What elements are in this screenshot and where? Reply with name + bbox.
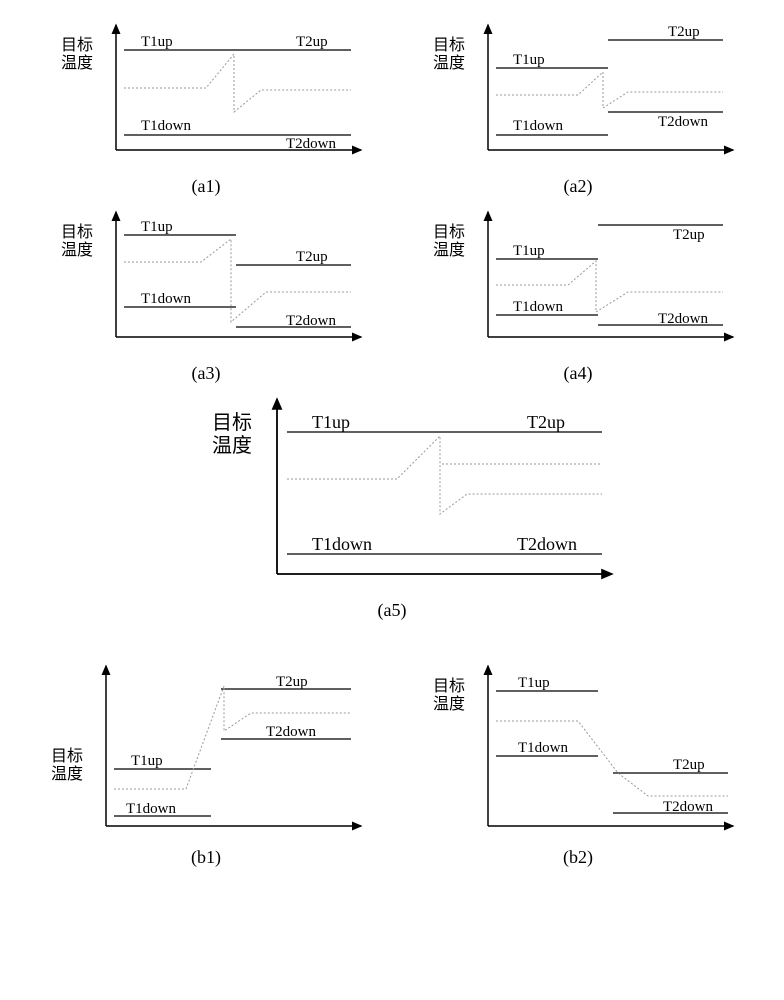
ylabel: 目标 (433, 223, 465, 241)
label-t2up: T2up (668, 24, 700, 40)
ylabel: 目标 (212, 411, 252, 434)
label-t2up: T2up (276, 674, 308, 690)
ylabel2: 温度 (212, 434, 252, 457)
label-t2up: T2up (673, 757, 705, 773)
label-t2down: T2down (286, 313, 336, 329)
plot-b2: 目标 温度 T1up T1down T2up T2down (418, 661, 738, 841)
label-t2up: T2up (296, 34, 328, 50)
plot-a4: 目标 温度 T1up T1down T2up T2down (418, 207, 738, 357)
plot-a3: 目标 温度 T1up T1down T2up T2down (46, 207, 366, 357)
label-t1up: T1up (141, 34, 173, 50)
panel-b1: 目标 温度 T1up T1down T2up T2down (b1) (46, 661, 366, 868)
ylabel2: 温度 (433, 54, 465, 72)
label-t2down: T2down (286, 136, 336, 152)
panel-a3: 目标 温度 T1up T1down T2up T2down (a3) (46, 207, 366, 384)
caption-b2: (b2) (563, 847, 593, 868)
label-t1up: T1up (513, 243, 545, 259)
label-t2up: T2up (673, 227, 705, 243)
label-t1down: T1down (312, 534, 372, 554)
caption-a3: (a3) (192, 363, 221, 384)
label-t1up: T1up (141, 219, 173, 235)
label-t1down: T1down (518, 740, 568, 756)
ylabel: 目标 (433, 36, 465, 54)
panel-a5: 目标 温度 T1up T1down T2up T2down (a5) (167, 394, 617, 621)
ylabel: 目标 (51, 747, 83, 765)
caption-a5: (a5) (378, 600, 407, 621)
plot-a1: 目标 温度 T1up T1down T2up T2down (46, 20, 366, 170)
plot-a2: 目标 温度 T1up T1down T2up T2down (418, 20, 738, 170)
ylabel2: 温度 (61, 54, 93, 72)
label-t2up: T2up (527, 412, 565, 432)
caption-a4: (a4) (564, 363, 593, 384)
ylabel: 目标 (61, 36, 93, 54)
panel-a2: 目标 温度 T1up T1down T2up T2down (a2) (418, 20, 738, 197)
caption-a1: (a1) (192, 176, 221, 197)
plot-a5: 目标 温度 T1up T1down T2up T2down (167, 394, 617, 594)
label-t1down: T1down (141, 118, 191, 134)
label-t1down: T1down (513, 118, 563, 134)
label-t1up: T1up (312, 412, 350, 432)
label-t2down: T2down (663, 799, 713, 815)
panel-b2: 目标 温度 T1up T1down T2up T2down (b2) (418, 661, 738, 868)
label-t1up: T1up (131, 753, 163, 769)
label-t1down: T1down (513, 299, 563, 315)
ylabel: 目标 (433, 677, 465, 695)
ylabel2: 温度 (433, 241, 465, 259)
ylabel2: 温度 (61, 241, 93, 259)
label-t2up: T2up (296, 249, 328, 265)
label-t2down: T2down (658, 311, 708, 327)
plot-b1: 目标 温度 T1up T1down T2up T2down (46, 661, 366, 841)
label-t2down: T2down (658, 114, 708, 130)
label-t1up: T1up (513, 52, 545, 68)
ylabel2: 温度 (51, 765, 83, 783)
label-t2down: T2down (266, 724, 316, 740)
caption-b1: (b1) (191, 847, 221, 868)
caption-a2: (a2) (564, 176, 593, 197)
panel-a1: 目标 温度 T1up T1down T2up T2down (a1) (46, 20, 366, 197)
panel-a4: 目标 温度 T1up T1down T2up T2down (a4) (418, 207, 738, 384)
label-t1down: T1down (141, 291, 191, 307)
ylabel: 目标 (61, 223, 93, 241)
label-t1up: T1up (518, 675, 550, 691)
label-t2down: T2down (517, 534, 577, 554)
label-t1down: T1down (126, 801, 176, 817)
ylabel2: 温度 (433, 695, 465, 713)
